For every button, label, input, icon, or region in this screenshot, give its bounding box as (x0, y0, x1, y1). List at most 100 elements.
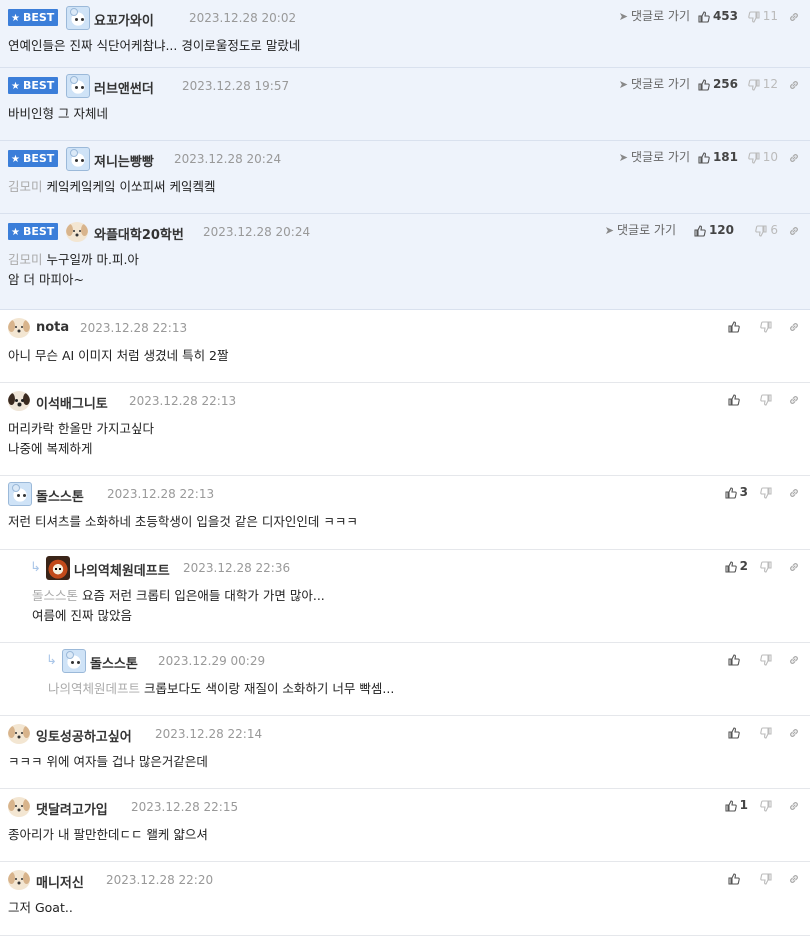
avatar[interactable] (66, 147, 90, 171)
share-link-button[interactable] (788, 220, 800, 240)
dislike-button[interactable] (760, 316, 772, 336)
thumb-up-icon (728, 871, 740, 885)
like-button[interactable]: 256 (698, 74, 738, 94)
nickname[interactable]: 댓달려고가입 (36, 799, 108, 818)
nickname[interactable]: 돌스스톤 (36, 486, 84, 505)
share-link-button[interactable] (788, 6, 800, 26)
like-button[interactable] (728, 722, 740, 742)
like-button[interactable]: 2 (725, 556, 748, 576)
nickname[interactable]: 요꼬가와이 (94, 10, 154, 29)
timestamp: 2023.12.28 22:20 (106, 873, 214, 887)
mention[interactable]: 김모미 (8, 179, 43, 194)
timestamp: 2023.12.28 19:57 (182, 79, 290, 93)
dislike-button[interactable] (760, 389, 772, 409)
like-button[interactable]: 3 (725, 482, 748, 502)
comment-text: 머리카락 한올만 가지고싶다 (8, 421, 154, 436)
thumb-up-icon (728, 652, 740, 666)
dislike-button[interactable]: 10 (747, 147, 778, 167)
like-button[interactable]: 181 (698, 147, 738, 167)
share-link-button[interactable] (788, 74, 800, 94)
avatar[interactable] (8, 391, 30, 411)
dislike-button[interactable] (760, 482, 772, 502)
thumb-up-icon (728, 392, 740, 406)
link-icon (788, 485, 800, 499)
avatar[interactable] (46, 556, 70, 580)
thumb-down-icon (755, 223, 767, 237)
goto-comment-link[interactable]: ➤ 댓글로 가기 (605, 220, 676, 240)
nickname[interactable]: 와플대학20학번 (94, 224, 184, 243)
like-count: 3 (739, 485, 748, 499)
dislike-button[interactable] (760, 556, 772, 576)
comment-body-line: 김모미 케잌케잌케잌 이쏘피써 케잌켘켘 (8, 177, 215, 197)
thumb-up-icon (698, 77, 710, 91)
thumb-up-icon (725, 798, 737, 812)
avatar[interactable] (8, 482, 32, 506)
nickname[interactable]: 져니는빵빵 (94, 151, 154, 170)
mention[interactable]: 김모미 (8, 252, 43, 267)
best-badge: ★ BEST (8, 223, 58, 240)
best-label: BEST (22, 225, 55, 238)
comment-body-line: 여름에 진짜 많았음 (32, 606, 132, 626)
goto-comment-link[interactable]: ➤ 댓글로 가기 (619, 74, 690, 94)
like-button[interactable]: 453 (698, 6, 738, 26)
nickname[interactable]: 돌스스톤 (90, 653, 138, 672)
share-link-button[interactable] (788, 316, 800, 336)
dislike-button[interactable]: 6 (755, 220, 778, 240)
comment-body-line: 아니 무슨 AI 이미지 처럼 생겼네 특히 2짤 (8, 346, 229, 366)
like-button[interactable] (728, 316, 740, 336)
comment-text: 그저 Goat.. (8, 900, 73, 915)
like-button[interactable] (728, 868, 740, 888)
nickname[interactable]: 매니저신 (36, 872, 84, 891)
goto-comment-link[interactable]: ➤ 댓글로 가기 (619, 6, 690, 26)
dislike-button[interactable]: 11 (747, 6, 778, 26)
comment-actions: 2 (580, 556, 800, 576)
avatar[interactable] (62, 649, 86, 673)
dislike-button[interactable] (760, 868, 772, 888)
share-link-button[interactable] (788, 389, 800, 409)
comment-actions: ➤ 댓글로 가기 256 12 (580, 74, 800, 94)
like-button[interactable] (728, 389, 740, 409)
share-link-button[interactable] (788, 147, 800, 167)
best-comment: ★ BEST 져니는빵빵 2023.12.28 20:24 김모미 케잌케잌케잌 이쏘피써… (0, 141, 810, 214)
link-icon (788, 871, 800, 885)
nickname[interactable]: 나의역체원데프트 (74, 560, 170, 579)
thumb-down-icon (747, 9, 760, 23)
avatar[interactable] (66, 6, 90, 30)
link-icon (788, 725, 800, 739)
dislike-button[interactable] (760, 795, 772, 815)
link-icon (788, 392, 800, 406)
thumb-down-icon (760, 319, 772, 333)
share-link-button[interactable] (788, 556, 800, 576)
like-count: 453 (712, 9, 738, 23)
goto-label: 댓글로 가기 (630, 9, 690, 23)
share-link-button[interactable] (788, 649, 800, 669)
dislike-button[interactable] (760, 649, 772, 669)
best-label: BEST (22, 152, 55, 165)
mention[interactable]: 돌스스톤 (32, 588, 78, 603)
avatar[interactable] (66, 74, 90, 98)
comment-body-line: 바비인형 그 자체네 (8, 104, 108, 124)
share-link-button[interactable] (788, 868, 800, 888)
nickname[interactable]: 러브앤썬더 (94, 78, 154, 97)
mention[interactable]: 나의역체원데프트 (48, 681, 140, 696)
share-link-button[interactable] (788, 795, 800, 815)
avatar[interactable] (8, 724, 30, 744)
nickname[interactable]: nota (36, 320, 69, 335)
comment-text: 바비인형 그 자체네 (8, 106, 108, 121)
share-link-button[interactable] (788, 482, 800, 502)
nickname[interactable]: 이석배그니토 (36, 393, 108, 412)
share-link-button[interactable] (788, 722, 800, 742)
dislike-button[interactable] (760, 722, 772, 742)
like-button[interactable]: 120 (694, 220, 734, 240)
avatar[interactable] (8, 797, 30, 817)
goto-comment-link[interactable]: ➤ 댓글로 가기 (619, 147, 690, 167)
avatar[interactable] (8, 870, 30, 890)
nickname[interactable]: 잉토성공하고싶어 (36, 726, 132, 745)
like-count: 2 (739, 559, 748, 573)
avatar[interactable] (8, 318, 30, 338)
dislike-button[interactable]: 12 (747, 74, 778, 94)
like-button[interactable] (728, 649, 740, 669)
like-button[interactable]: 1 (725, 795, 748, 815)
comment-actions: ➤ 댓글로 가기 453 11 (580, 6, 800, 26)
avatar[interactable] (66, 222, 88, 242)
